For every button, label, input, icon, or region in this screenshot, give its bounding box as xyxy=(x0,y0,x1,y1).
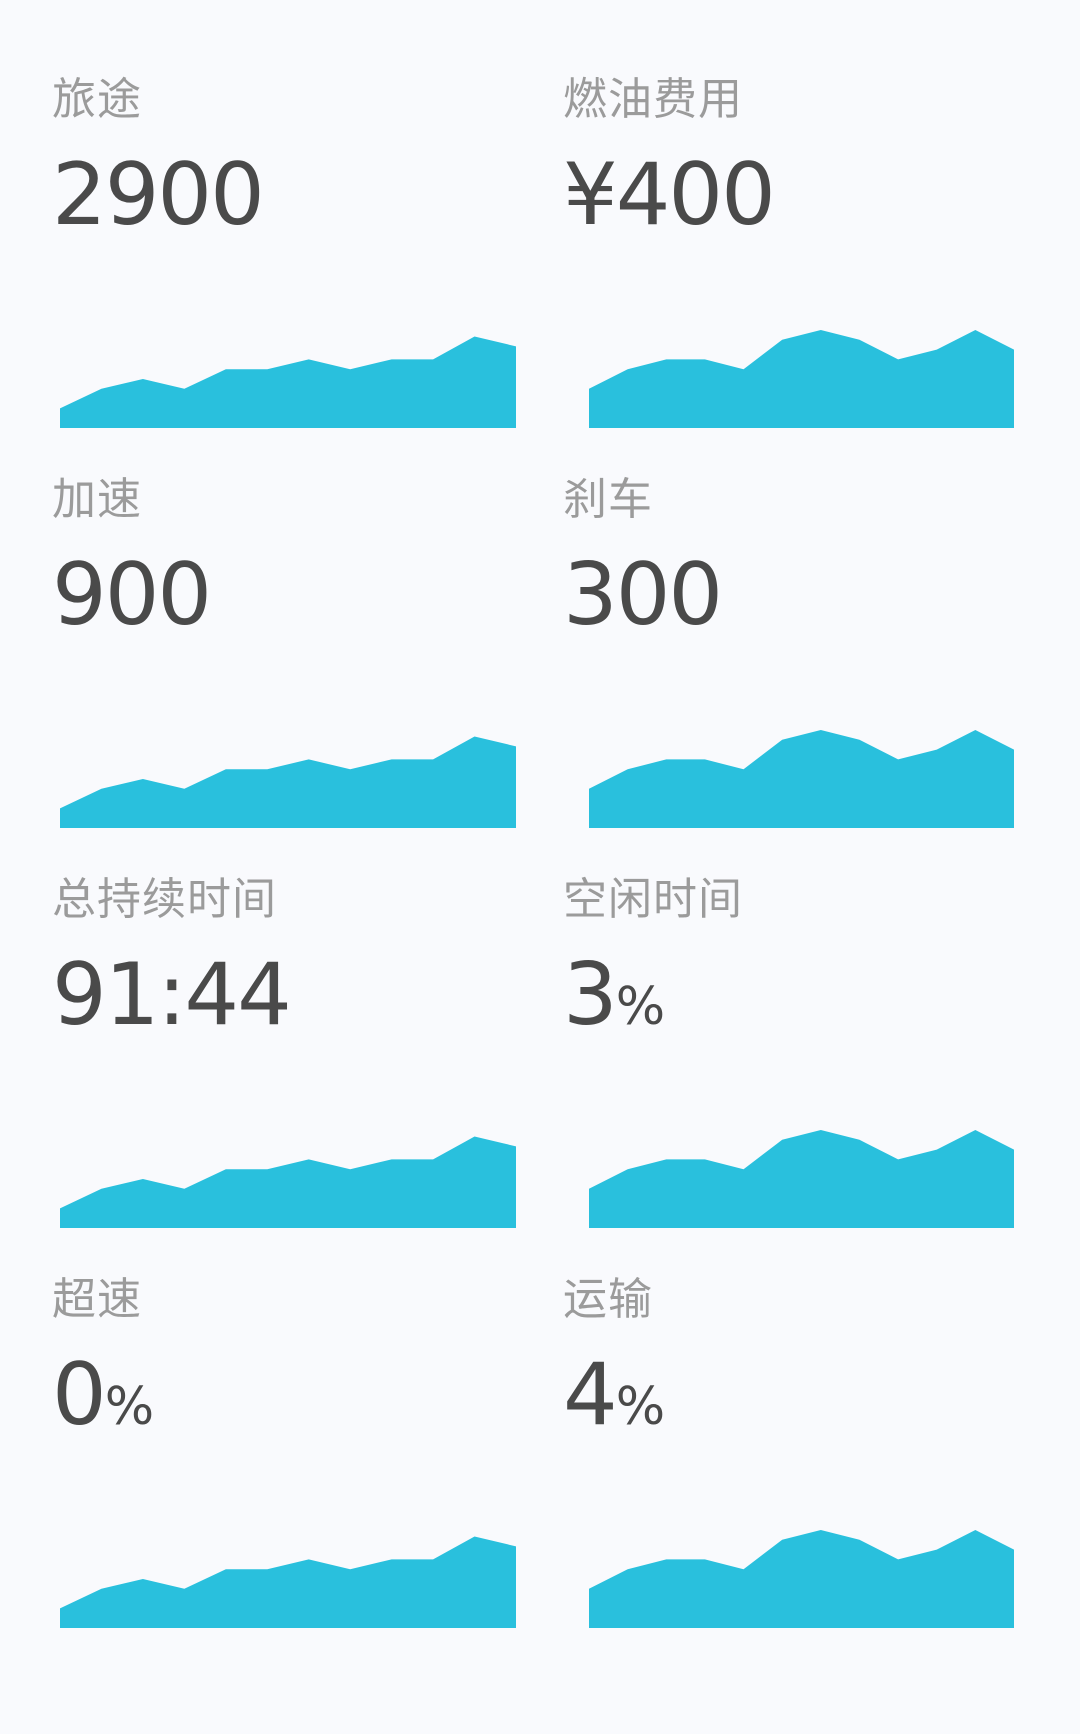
stat-unit: % xyxy=(615,977,666,1037)
stat-label: 刹车 xyxy=(563,474,653,525)
stat-card-fuel-cost: 燃油费用 ¥400 xyxy=(0,0,1014,428)
sparkline-chart xyxy=(589,1530,1014,1628)
stat-label: 运输 xyxy=(563,1274,653,1325)
stats-grid: 旅途 2900 燃油费用 ¥400 加速 900 刹车 300 总持续时间 91… xyxy=(0,0,1080,1734)
stat-label: 燃油费用 xyxy=(563,74,743,125)
sparkline-area xyxy=(589,330,1014,428)
sparkline-chart xyxy=(589,330,1014,428)
stat-value: 3% xyxy=(563,940,665,1062)
sparkline-chart xyxy=(589,1130,1014,1228)
sparkline-chart xyxy=(589,730,1014,828)
stat-value: 4% xyxy=(563,1340,665,1462)
stat-number: 4 xyxy=(563,1345,618,1445)
stat-label: 空闲时间 xyxy=(563,874,743,925)
stat-card-transport: 运输 4% xyxy=(0,1200,1014,1628)
sparkline-area xyxy=(589,1530,1014,1628)
stat-number: 300 xyxy=(563,545,723,645)
stat-number: 3 xyxy=(563,945,618,1045)
sparkline-area xyxy=(589,730,1014,828)
stat-unit: % xyxy=(615,1377,666,1437)
stat-value: ¥400 xyxy=(563,140,776,262)
sparkline-area xyxy=(589,1130,1014,1228)
stat-card-braking: 刹车 300 xyxy=(0,400,1014,828)
stat-number: ¥400 xyxy=(563,145,776,245)
stat-value: 300 xyxy=(563,540,723,662)
stat-card-idle-time: 空闲时间 3% xyxy=(0,800,1014,1228)
